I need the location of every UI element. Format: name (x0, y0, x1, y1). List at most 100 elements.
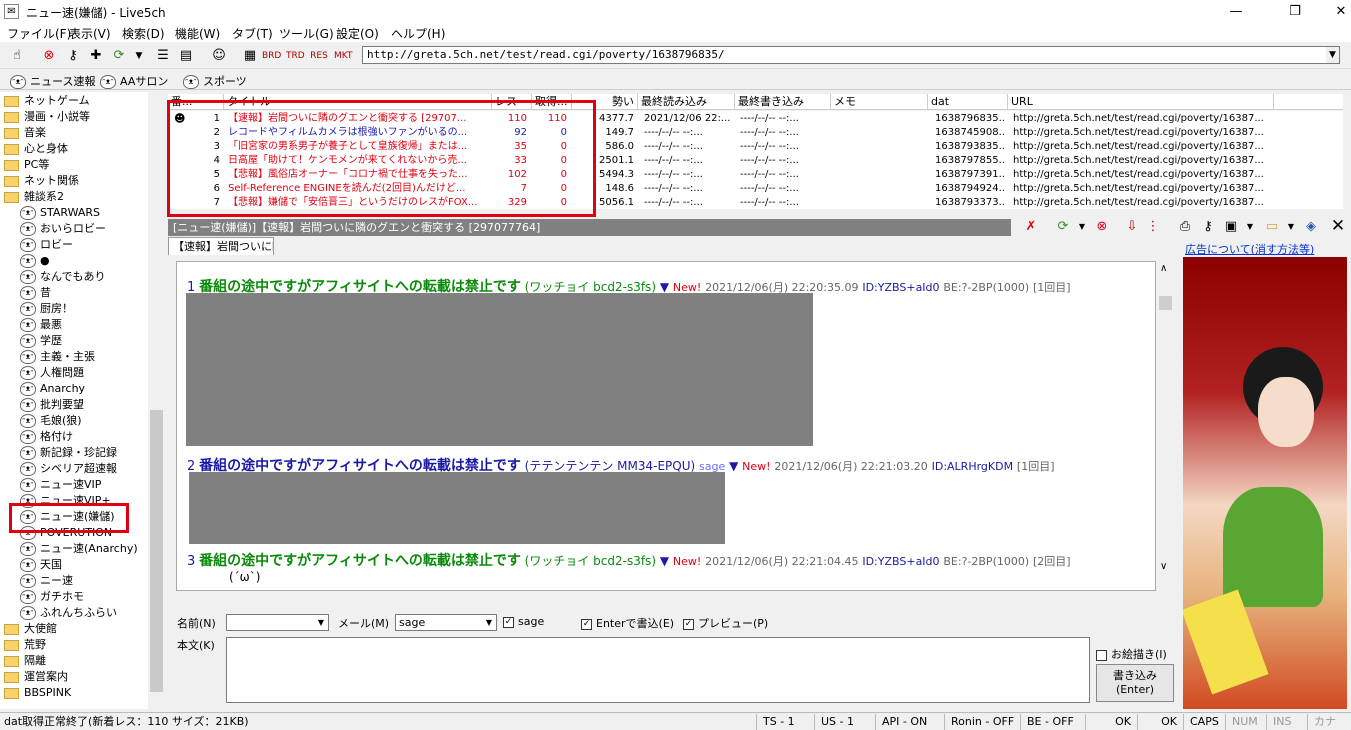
jump-icon[interactable]: ⇩ (1123, 218, 1141, 236)
res-icon[interactable]: RES (310, 47, 328, 65)
mkt-icon[interactable]: MKT (334, 47, 352, 65)
folder-icon[interactable]: ▭ (1263, 218, 1281, 236)
advertisement-banner[interactable] (1183, 257, 1347, 709)
dropdown-arrow-icon[interactable]: ▼ (130, 47, 148, 65)
notepad-icon[interactable]: ☰ (154, 47, 172, 65)
tree-folder[interactable]: 音楽 (0, 125, 148, 141)
col-memo[interactable]: メモ (831, 94, 928, 110)
tree-folder[interactable]: 心と身体 (0, 141, 148, 157)
tree-board[interactable]: ᵔᴥᵔ ニー速 (0, 573, 148, 589)
tree-board[interactable]: ᵔᴥᵔ ● (0, 253, 148, 269)
menu-help[interactable]: ヘルプ(H) (391, 25, 445, 42)
post-id[interactable]: ID:YZBS+aId0 (862, 281, 939, 294)
tree-board[interactable]: ᵔᴥᵔ なんでもあり (0, 269, 148, 285)
tree-folder[interactable]: 大使館 (0, 621, 148, 637)
close-thread-icon[interactable]: ✕ (1329, 217, 1347, 235)
thread-scrollbar-thumb[interactable] (1159, 296, 1172, 310)
link-sports[interactable]: ᵔᴥᵔ スポーツ (183, 73, 247, 89)
tree-folder[interactable]: 荒野 (0, 637, 148, 653)
menu-tool[interactable]: ツール(G) (279, 25, 334, 42)
menu-tab[interactable]: タブ(T) (232, 25, 273, 42)
tree-board[interactable]: ᵔᴥᵔ ニュー速(Anarchy) (0, 541, 148, 557)
menu-settings[interactable]: 設定(O) (336, 25, 379, 42)
res-jump-icon[interactable]: ⋮ (1144, 218, 1162, 236)
sage-checkbox[interactable]: ✓ sage (503, 615, 544, 628)
mail-input[interactable]: sage ▼ (395, 614, 497, 631)
clipboard-icon[interactable]: ▤ (177, 47, 195, 65)
window-icon[interactable]: ◈ (1302, 218, 1320, 236)
mona-icon[interactable]: ☺ (210, 47, 228, 65)
submit-button[interactable]: 書き込み (Enter) (1096, 664, 1174, 702)
print-icon[interactable]: ⎙ (1176, 218, 1194, 236)
tree-board[interactable]: ᵔᴥᵔ ニュー速VIP (0, 477, 148, 493)
menu-search[interactable]: 検索(D) (122, 25, 165, 42)
stop-icon[interactable]: ⊗ (1093, 218, 1111, 236)
body-textarea[interactable] (226, 637, 1090, 703)
tree-board[interactable]: ᵔᴥᵔ 天国 (0, 557, 148, 573)
tree-board[interactable]: ᵔᴥᵔ 新記録・珍記録 (0, 445, 148, 461)
save-dropdown-icon[interactable]: ▼ (1241, 218, 1259, 236)
col-dat[interactable]: dat (928, 94, 1008, 110)
tree-folder[interactable]: BBSPINK (0, 685, 148, 701)
menu-function[interactable]: 機能(W) (175, 25, 220, 42)
tree-board[interactable]: ᵔᴥᵔ シベリア超速報 (0, 461, 148, 477)
maximize-button[interactable]: ❐ (1272, 0, 1318, 23)
tree-board[interactable]: ᵔᴥᵔ 批判要望 (0, 397, 148, 413)
name-input[interactable]: ▼ (226, 614, 329, 631)
post-number[interactable]: 3 (187, 554, 195, 569)
tree-board[interactable]: ᵔᴥᵔ 最悪 (0, 317, 148, 333)
tree-scrollbar-thumb[interactable] (150, 410, 163, 692)
tree-board[interactable]: ᵔᴥᵔ STARWARS (0, 205, 148, 221)
minimize-button[interactable]: — (1213, 0, 1259, 23)
stop-icon[interactable]: ⊗ (40, 47, 58, 65)
back-icon[interactable]: ☝ (8, 47, 26, 65)
post-be[interactable]: BE:?-2BP(1000) (943, 555, 1029, 568)
delete-log-icon[interactable]: ✗ (1022, 218, 1040, 236)
tree-board[interactable]: ᵔᴥᵔ 厨房！ (0, 301, 148, 317)
tree-board[interactable]: ᵔᴥᵔ 格付け (0, 429, 148, 445)
reload-dropdown-icon[interactable]: ▼ (1073, 218, 1091, 236)
tree-board[interactable]: ᵔᴥᵔ ふれんちふらい (0, 605, 148, 621)
thread-tab[interactable]: 【速報】岩間ついに隣 (168, 237, 274, 255)
link-aa-salon[interactable]: ᵔᴥᵔ AAサロン (100, 73, 168, 89)
tree-folder[interactable]: 隔離 (0, 653, 148, 669)
tree-board[interactable]: ᵔᴥᵔ おいらロビー (0, 221, 148, 237)
preview-checkbox[interactable]: ✓ プレビュー(P) (683, 615, 768, 631)
menu-view[interactable]: 表示(V) (69, 25, 111, 42)
reload-icon[interactable]: ⟳ (1054, 218, 1072, 236)
col-lastwrite[interactable]: 最終書き込み (735, 94, 831, 110)
tree-folder[interactable]: 漫画・小説等 (0, 109, 148, 125)
link-news[interactable]: ᵔᴥᵔ ニュース速報 (10, 73, 95, 89)
tree-folder[interactable]: PC等 (0, 157, 148, 173)
col-lastread[interactable]: 最終読み込み (638, 94, 735, 110)
oekaki-checkbox[interactable]: お絵描き(I) (1096, 646, 1167, 662)
tree-board[interactable]: ᵔᴥᵔ 学歴 (0, 333, 148, 349)
post-be[interactable]: BE:?-2BP(1000) (943, 281, 1029, 294)
tree-folder[interactable]: 運営案内 (0, 669, 148, 685)
brd-icon[interactable]: BRD (262, 47, 281, 65)
address-input[interactable]: http://greta.5ch.net/test/read.cgi/pover… (362, 46, 1340, 64)
post-id[interactable]: ID:ALRHrgKDM (932, 460, 1013, 473)
trd-icon[interactable]: TRD (286, 47, 305, 65)
app-icon[interactable]: ✉ (4, 4, 19, 19)
tree-board[interactable]: ᵔᴥᵔ ロビー (0, 237, 148, 253)
chevron-down-icon[interactable]: ▼ (314, 615, 328, 630)
reply-arrow-icon[interactable]: ▼ (729, 459, 738, 473)
refresh-icon[interactable]: ⟳ (110, 47, 128, 65)
tree-board[interactable]: ᵔᴥᵔ Anarchy (0, 381, 148, 397)
tree-board[interactable]: ᵔᴥᵔ ガチホモ (0, 589, 148, 605)
address-dropdown-icon[interactable]: ▼ (1326, 47, 1339, 63)
enter-submit-checkbox[interactable]: ✓ Enterで書込(E) (581, 615, 674, 631)
tree-board[interactable]: ᵔᴥᵔ 人権問題 (0, 365, 148, 381)
save-icon[interactable]: ▣ (1222, 218, 1240, 236)
tree-board[interactable]: ᵔᴥᵔ 主義・主張 (0, 349, 148, 365)
grid-icon[interactable]: ▦ (241, 47, 259, 65)
reply-arrow-icon[interactable]: ▼ (660, 280, 669, 294)
reply-arrow-icon[interactable]: ▼ (660, 554, 669, 568)
tree-folder[interactable]: 雑談系2 (0, 189, 148, 205)
cross-icon[interactable]: ✚ (87, 47, 105, 65)
tree-board[interactable]: ᵔᴥᵔ 昔 (0, 285, 148, 301)
tree-folder[interactable]: ネット関係 (0, 173, 148, 189)
ad-info-link[interactable]: 広告について(消す方法等) (1185, 241, 1314, 257)
tree-board[interactable]: ᵔᴥᵔ 毛娘(狼) (0, 413, 148, 429)
